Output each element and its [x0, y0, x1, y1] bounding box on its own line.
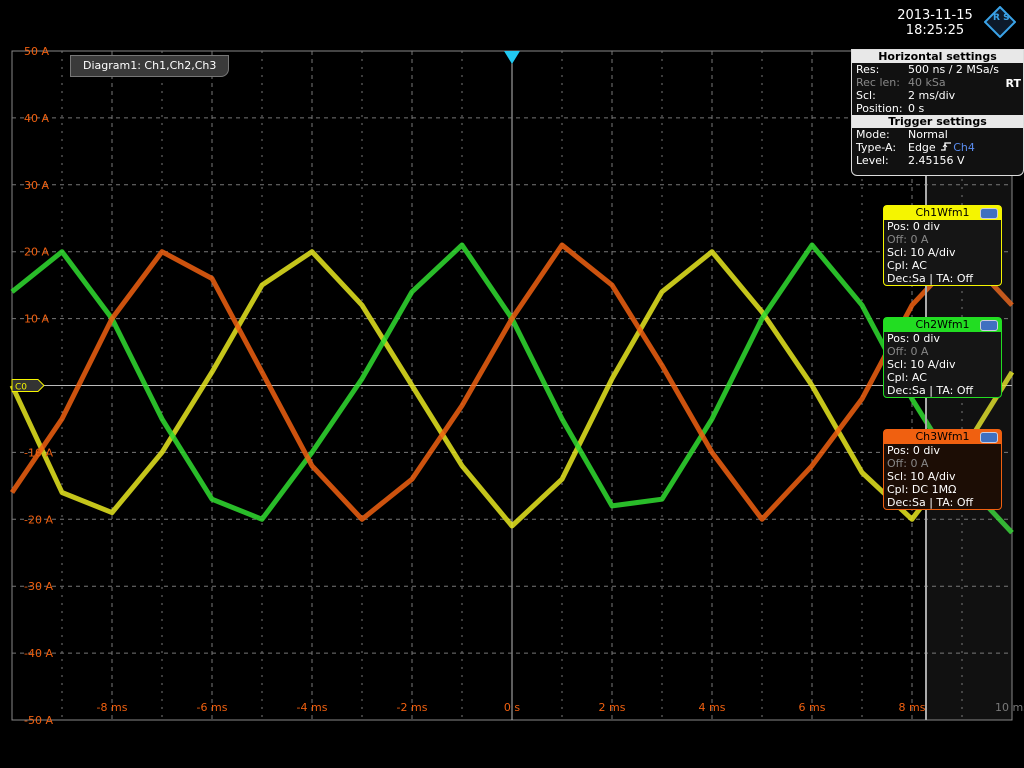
ch3-offset: Off: 0 A — [887, 457, 929, 470]
trigger-source: Ch4 — [953, 141, 975, 154]
trigger-type-row: Type-A: Edge Ch4 — [856, 141, 975, 154]
res-row: Res: 500 ns / 2 MSa/s — [856, 63, 1000, 76]
ch2-waveform-info[interactable]: Ch2Wfm1 Pos: 0 div Off: 0 A Scl: 10 A/di… — [883, 317, 1002, 398]
ch3-decimation: Dec:Sa | TA: Off — [887, 496, 974, 509]
y-tick-label: 10 A — [24, 313, 49, 326]
x-tick-label: -8 ms — [97, 701, 128, 714]
trigger-level-row: Level: 2.45156 V — [856, 154, 965, 167]
ch1-coupling: Cpl: AC — [887, 259, 927, 272]
y-tick-label: -30 A — [24, 580, 53, 593]
minimize-icon[interactable] — [980, 208, 998, 219]
x-tick-label: 2 ms — [599, 701, 626, 714]
x-tick-label: 0 s — [504, 701, 520, 714]
position-row: Position: 0 s — [856, 102, 925, 115]
acquisition-mode-badge: RT — [1005, 77, 1021, 90]
ch2-coupling: Cpl: AC — [887, 371, 927, 384]
y-tick-label: -10 A — [24, 446, 53, 459]
settings-panel[interactable]: Horizontal settings Res: 500 ns / 2 MSa/s… — [851, 49, 1024, 176]
time-text: 18:25:25 — [905, 23, 965, 38]
y-tick-label: 50 A — [24, 45, 49, 58]
y-tick-label: 20 A — [24, 246, 49, 259]
ch3-title: Ch3Wfm1 — [915, 430, 970, 443]
ch1-waveform-info[interactable]: Ch1Wfm1 Pos: 0 div Off: 0 A Scl: 10 A/di… — [883, 205, 1002, 286]
horizontal-settings-title: Horizontal settings — [852, 50, 1023, 63]
logo-text: R S — [993, 13, 1010, 23]
ch1-offset: Off: 0 A — [887, 233, 929, 246]
diagram-label[interactable]: Diagram1: Ch1,Ch2,Ch3 — [70, 55, 230, 77]
ch2-offset: Off: 0 A — [887, 345, 929, 358]
ch1-pos: Pos: 0 div — [887, 220, 940, 233]
datetime-display: 2013-11-15 18:25:25 — [880, 8, 990, 38]
y-tick-label: -40 A — [24, 647, 53, 660]
x-tick-label: 6 ms — [799, 701, 826, 714]
offset-marker-label: C0 — [15, 383, 27, 393]
x-tick-label: -6 ms — [197, 701, 228, 714]
scale-row: Scl: 2 ms/div — [856, 89, 956, 102]
y-tick-label: -20 A — [24, 513, 53, 526]
minimize-icon[interactable] — [980, 432, 998, 443]
ch3-pos: Pos: 0 div — [887, 444, 940, 457]
y-tick-label: 30 A — [24, 179, 49, 192]
x-tick-label: -2 ms — [397, 701, 428, 714]
ch2-decimation: Dec:Sa | TA: Off — [887, 384, 974, 397]
ch1-scale: Scl: 10 A/div — [887, 246, 956, 259]
ch2-title: Ch2Wfm1 — [915, 318, 970, 331]
ch2-pos: Pos: 0 div — [887, 332, 940, 345]
ch3-scale: Scl: 10 A/div — [887, 470, 956, 483]
y-tick-label: 40 A — [24, 112, 49, 125]
trigger-mode-row: Mode: Normal — [856, 128, 948, 141]
trigger-position-marker[interactable] — [504, 51, 520, 64]
x-tick-label: -4 ms — [297, 701, 328, 714]
ch1-decimation: Dec:Sa | TA: Off — [887, 272, 974, 285]
rec-len-row: Rec len: 40 kSa — [856, 76, 946, 89]
minimize-icon[interactable] — [980, 320, 998, 331]
ch3-waveform-info[interactable]: Ch3Wfm1 Pos: 0 div Off: 0 A Scl: 10 A/di… — [883, 429, 1002, 510]
x-tick-label: 8 ms — [899, 701, 926, 714]
x-tick-label: 4 ms — [699, 701, 726, 714]
ch3-coupling: Cpl: DC 1MΩ — [887, 483, 957, 496]
date-text: 2013-11-15 — [897, 8, 973, 23]
y-tick-label: -50 A — [24, 714, 53, 727]
ch1-title: Ch1Wfm1 — [915, 206, 970, 219]
rising-edge-icon — [941, 142, 952, 151]
ch2-scale: Scl: 10 A/div — [887, 358, 956, 371]
trigger-settings-title: Trigger settings — [852, 115, 1023, 128]
